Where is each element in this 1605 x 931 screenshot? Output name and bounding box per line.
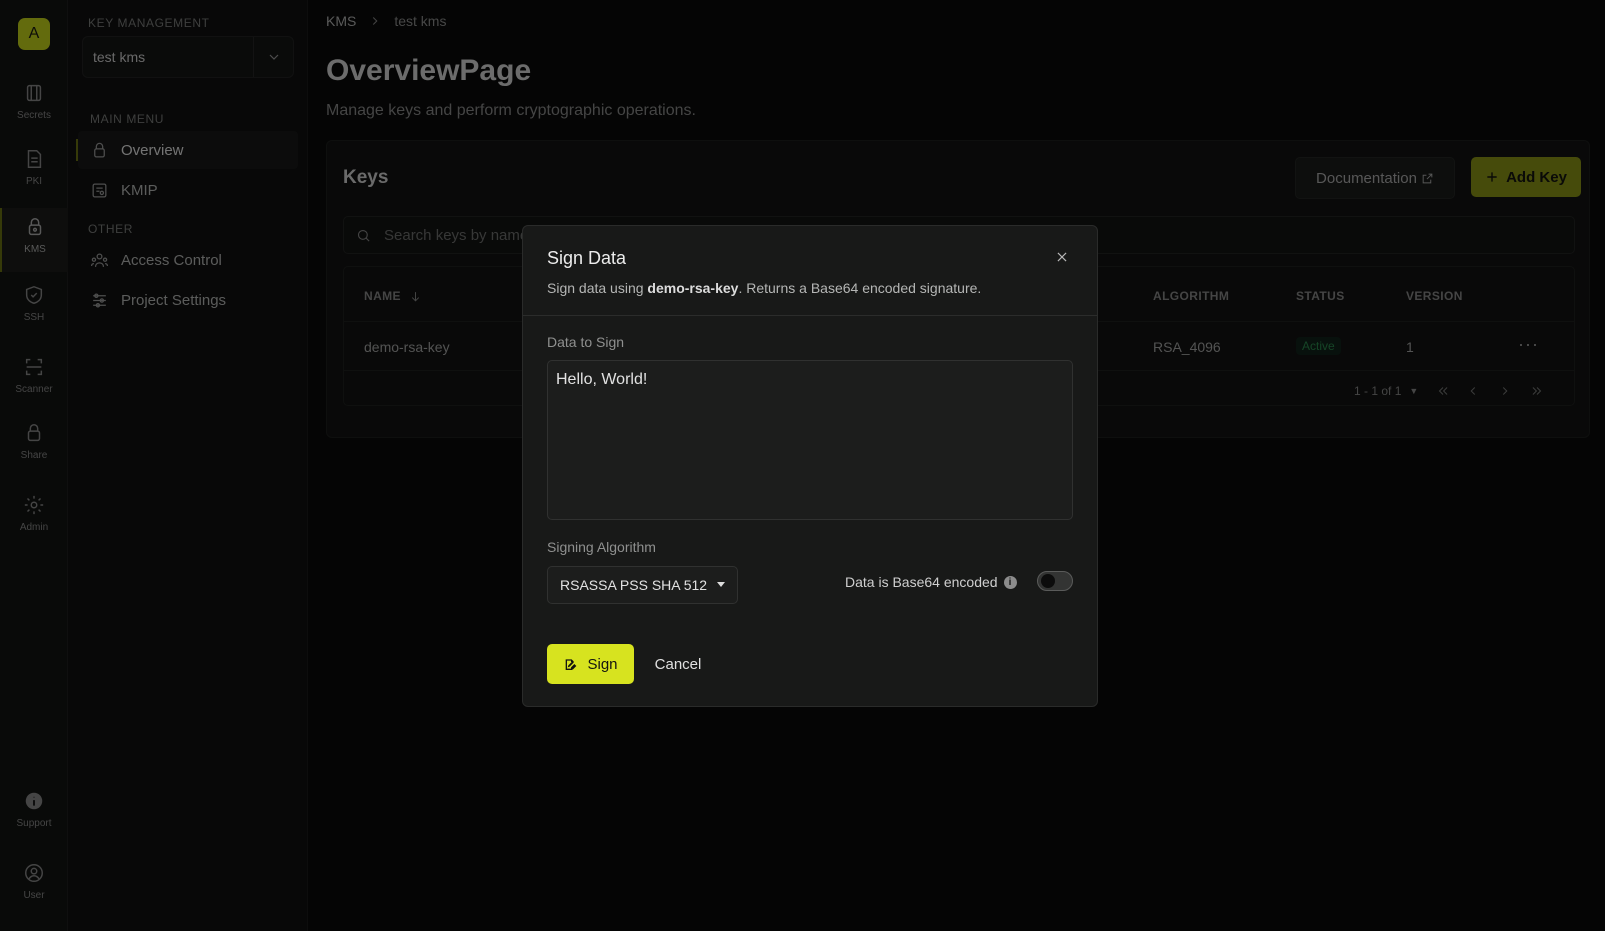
divider [523, 315, 1097, 316]
signature-icon [566, 659, 577, 670]
signing-algorithm-label: Signing Algorithm [547, 539, 656, 555]
data-to-sign-input[interactable]: Hello, World! [547, 360, 1073, 520]
sign-label: Sign [587, 655, 618, 673]
sign-data-dialog: Sign Data Sign data using demo-rsa-key. … [522, 225, 1098, 707]
base64-label-text: Data is Base64 encoded [845, 574, 998, 590]
description-key-name: demo-rsa-key [647, 280, 739, 296]
description-prefix: Sign data using [547, 280, 648, 296]
sign-button[interactable]: Sign [547, 644, 634, 684]
base64-toggle[interactable] [1037, 571, 1073, 591]
close-button[interactable] [1051, 246, 1073, 268]
close-icon [1057, 252, 1067, 262]
description-suffix: . Returns a Base64 encoded signature. [738, 280, 982, 296]
caret-down-icon [717, 582, 725, 587]
base64-label: Data is Base64 encoded i [845, 574, 1017, 590]
dialog-description: Sign data using demo-rsa-key. Returns a … [547, 280, 981, 296]
info-icon[interactable]: i [1003, 575, 1017, 589]
data-to-sign-label: Data to Sign [547, 334, 625, 350]
dialog-title: Sign Data [547, 248, 627, 268]
cancel-button[interactable]: Cancel [647, 644, 709, 684]
signing-algorithm-value: RSASSA PSS SHA 512 [560, 577, 708, 593]
signing-algorithm-select[interactable]: RSASSA PSS SHA 512 [547, 566, 738, 604]
